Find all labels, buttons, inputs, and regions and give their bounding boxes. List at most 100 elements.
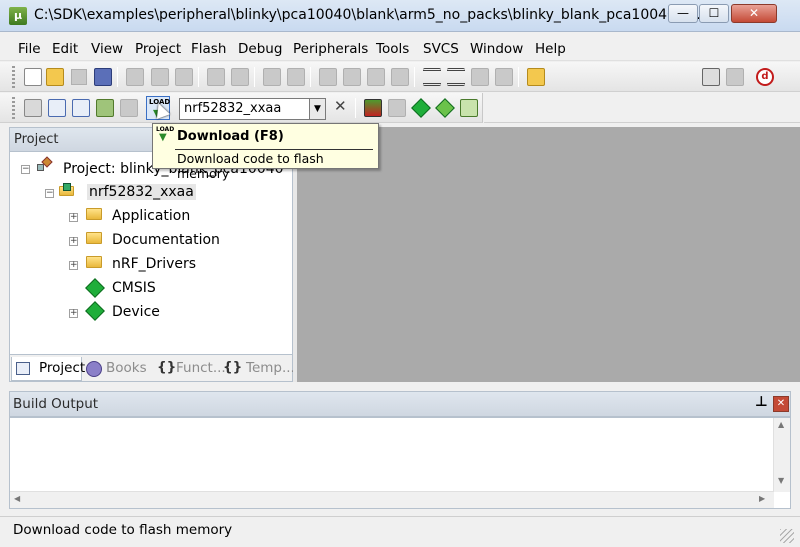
group-cmsis[interactable]: CMSIS	[112, 280, 156, 296]
tab-books-label: Books	[106, 360, 147, 376]
next-bookmark-icon[interactable]	[367, 68, 385, 86]
select-packs-icon[interactable]	[411, 98, 431, 118]
new-file-icon[interactable]	[24, 68, 42, 86]
menu-file[interactable]: File	[18, 41, 41, 57]
translate-icon[interactable]	[24, 99, 42, 117]
menu-edit[interactable]: Edit	[52, 41, 78, 57]
uvision-app-icon: µ	[9, 7, 27, 25]
folder-icon	[86, 208, 102, 220]
device-component-icon	[85, 301, 105, 321]
reference-icon[interactable]: d	[756, 68, 774, 86]
target-select[interactable]: nrf52832_xxaa ▼	[179, 98, 326, 120]
chevron-down-icon[interactable]: ▼	[309, 99, 325, 119]
group-application[interactable]: Application	[112, 208, 190, 224]
expand-icon[interactable]: +	[69, 237, 78, 246]
menu-help[interactable]: Help	[535, 41, 566, 57]
cut-icon[interactable]	[126, 68, 144, 86]
target-label[interactable]: nrf52832_xxaa	[87, 184, 196, 200]
target-options-icon[interactable]: ✕	[332, 97, 350, 117]
expand-icon[interactable]: +	[69, 213, 78, 222]
undo-icon[interactable]	[207, 68, 225, 86]
rebuild-icon[interactable]	[72, 99, 90, 117]
templates-icon: {}	[223, 359, 243, 375]
collapse-icon[interactable]: −	[45, 189, 54, 198]
copy-icon[interactable]	[151, 68, 169, 86]
navigate-forward-icon[interactable]	[287, 68, 305, 86]
open-folder-icon[interactable]	[46, 68, 64, 86]
pack-installer-icon[interactable]	[460, 99, 478, 117]
toolbar-grip[interactable]	[12, 66, 15, 88]
save-icon[interactable]	[70, 68, 88, 86]
menu-tools[interactable]: Tools	[376, 41, 409, 57]
clear-bookmarks-icon[interactable]	[391, 68, 409, 86]
maximize-button[interactable]: ☐	[699, 4, 729, 23]
comment-icon[interactable]	[471, 68, 489, 86]
uncomment-icon[interactable]	[495, 68, 513, 86]
group-nrf-drivers[interactable]: nRF_Drivers	[112, 256, 196, 272]
scroll-up-icon[interactable]: ▲	[778, 420, 784, 429]
stop-build-icon[interactable]	[120, 99, 138, 117]
title-bar: µ C:\SDK\examples\peripheral\blinky\pca1…	[0, 0, 800, 32]
batch-build-icon[interactable]	[96, 99, 114, 117]
unindent-icon[interactable]	[447, 68, 465, 86]
build-toolbar: LOAD ▼ nrf52832_xxaa ▼ ✕	[0, 93, 483, 123]
menu-project[interactable]: Project	[135, 41, 181, 57]
toolbar-separator	[198, 67, 199, 87]
prev-bookmark-icon[interactable]	[343, 68, 361, 86]
paste-icon[interactable]	[175, 68, 193, 86]
toolbar-separator	[355, 98, 356, 118]
tab-functions[interactable]: {} Funct...	[156, 357, 226, 381]
build-output-header: Build Output ⊥ ✕	[9, 391, 791, 417]
scroll-right-icon[interactable]: ▶	[759, 494, 765, 503]
menu-debug[interactable]: Debug	[238, 41, 282, 57]
tab-project[interactable]: Project	[11, 357, 85, 381]
folder-icon	[86, 256, 102, 268]
project-icon	[37, 156, 53, 174]
indent-icon[interactable]	[423, 68, 441, 86]
navigate-back-icon[interactable]	[263, 68, 281, 86]
download-tooltip: LOAD ▼ Download (F8) Download code to fl…	[152, 123, 379, 181]
tab-templates-label: Temp...	[246, 360, 295, 376]
redo-icon[interactable]	[231, 68, 249, 86]
folder-icon	[86, 232, 102, 244]
menu-window[interactable]: Window	[470, 41, 523, 57]
close-button[interactable]: ✕	[731, 4, 777, 23]
menu-flash[interactable]: Flash	[191, 41, 226, 57]
vertical-scrollbar[interactable]: ▲ ▼	[773, 418, 790, 492]
minimize-button[interactable]: —	[668, 4, 698, 23]
bookmark-icon[interactable]	[319, 68, 337, 86]
horizontal-scrollbar[interactable]: ◀ ▶	[10, 491, 774, 508]
build-icon[interactable]	[48, 99, 66, 117]
project-panel-tabs: Project Books {} Funct... {} Temp...	[9, 354, 295, 382]
group-documentation[interactable]: Documentation	[112, 232, 220, 248]
window-title: C:\SDK\examples\peripheral\blinky\pca100…	[34, 7, 710, 23]
group-device[interactable]: Device	[112, 304, 160, 320]
manage-project-items-icon[interactable]	[388, 99, 406, 117]
toolbar-separator	[310, 67, 311, 87]
pin-icon[interactable]: ⊥	[755, 394, 768, 410]
save-all-icon[interactable]	[94, 68, 112, 86]
expand-icon[interactable]: +	[69, 261, 78, 270]
incremental-find-icon[interactable]	[702, 68, 720, 86]
toolbar-grip[interactable]	[12, 97, 15, 119]
tab-books[interactable]: Books	[84, 357, 150, 381]
build-output-text[interactable]: ▲ ▼ ◀ ▶	[9, 417, 791, 509]
close-panel-icon[interactable]: ✕	[773, 396, 789, 412]
collapse-icon[interactable]: −	[21, 165, 30, 174]
menu-peripherals[interactable]: Peripherals	[293, 41, 368, 57]
find-in-files-icon[interactable]	[527, 68, 545, 86]
scroll-left-icon[interactable]: ◀	[14, 494, 20, 503]
scroll-down-icon[interactable]: ▼	[778, 476, 784, 485]
functions-icon: {}	[157, 359, 177, 375]
resize-grip-icon[interactable]	[780, 529, 794, 543]
menu-view[interactable]: View	[91, 41, 123, 57]
project-panel-title: Project	[14, 132, 59, 147]
project-tab-icon	[16, 362, 30, 375]
debug-session-icon[interactable]	[726, 68, 744, 86]
tab-templates[interactable]: {} Temp...	[222, 357, 295, 381]
project-tree: − Project: blinky_blank_pca10040 − nrf52…	[9, 152, 293, 354]
expand-icon[interactable]: +	[69, 309, 78, 318]
menu-svcs[interactable]: SVCS	[423, 41, 459, 57]
manage-components-icon[interactable]	[364, 99, 382, 117]
manage-rte-icon[interactable]	[435, 98, 455, 118]
